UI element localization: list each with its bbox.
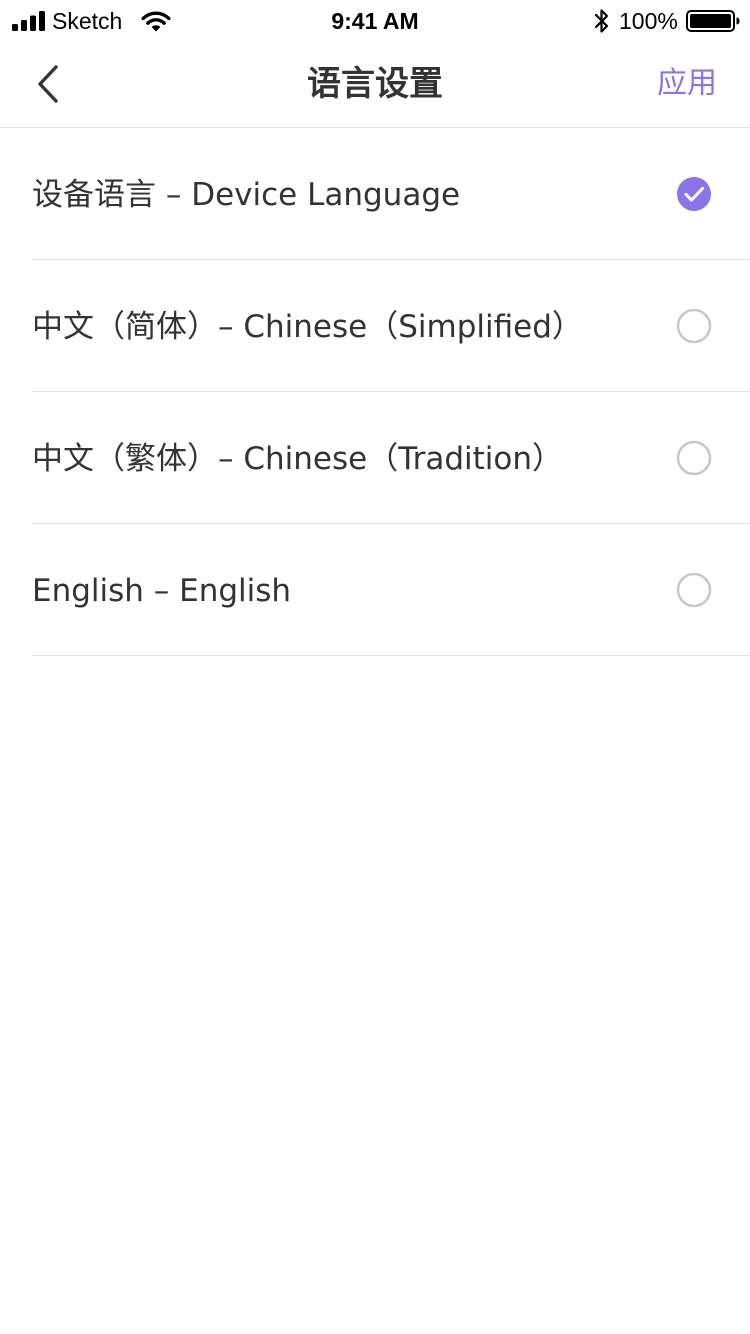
navigation-bar: 语言设置 应用 bbox=[0, 40, 750, 128]
status-bar: Sketch 9:41 AM 100% bbox=[0, 0, 750, 40]
language-option-label: 中文（简体）– Chinese（Simplified） bbox=[32, 309, 583, 345]
radio-empty-icon[interactable] bbox=[676, 308, 712, 344]
language-option-label: English – English bbox=[32, 573, 292, 609]
language-list: 设备语言 – Device Language 中文（简体）– Chinese（S… bbox=[0, 128, 750, 656]
language-option-label: 中文（繁体）– Chinese（Tradition） bbox=[32, 441, 563, 477]
language-option-chinese-simplified[interactable]: 中文（简体）– Chinese（Simplified） bbox=[32, 260, 750, 392]
language-option-label: 设备语言 – Device Language bbox=[32, 177, 461, 213]
apply-button[interactable]: 应用 bbox=[657, 64, 717, 104]
battery-percentage: 100% bbox=[619, 8, 678, 34]
radio-empty-icon[interactable] bbox=[676, 572, 712, 608]
battery-icon bbox=[686, 10, 740, 32]
check-circle-icon[interactable] bbox=[676, 176, 712, 212]
bluetooth-icon bbox=[594, 9, 609, 33]
language-option-chinese-traditional[interactable]: 中文（繁体）– Chinese（Tradition） bbox=[32, 392, 750, 524]
language-option-device[interactable]: 设备语言 – Device Language bbox=[32, 128, 750, 260]
radio-empty-icon[interactable] bbox=[676, 440, 712, 476]
page-title: 语言设置 bbox=[307, 64, 443, 104]
chevron-left-icon bbox=[38, 65, 58, 103]
back-button[interactable] bbox=[28, 62, 68, 106]
language-option-english[interactable]: English – English bbox=[32, 524, 750, 656]
